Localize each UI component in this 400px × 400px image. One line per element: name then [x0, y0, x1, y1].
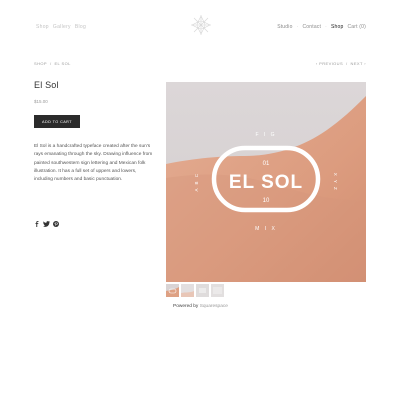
thumbnail-2[interactable] — [181, 284, 194, 297]
thumbnail-1[interactable] — [166, 284, 179, 297]
previous-link[interactable]: ‹ PREVIOUS — [316, 61, 343, 66]
logo-bottom-letters: M I X — [255, 226, 277, 232]
site-header: Shop Gallery Blog Studio · Contact · Sho… — [0, 0, 400, 55]
nav-item-shop-active[interactable]: Shop — [331, 24, 343, 30]
product-pager: ‹ PREVIOUS / NEXT › — [316, 61, 366, 66]
logo-right-letters: X Y Z — [333, 173, 338, 192]
next-link[interactable]: NEXT › — [351, 61, 366, 66]
product-description: El Sol is a handcrafted typeface created… — [34, 144, 153, 183]
pinterest-icon[interactable] — [53, 221, 59, 227]
breadcrumb-separator: / — [49, 61, 52, 66]
thumbnail-4[interactable] — [211, 284, 224, 297]
page: Shop Gallery Blog Studio · Contact · Sho… — [0, 0, 400, 400]
squarespace-link[interactable]: Squarespace — [200, 304, 228, 309]
product-main-image[interactable]: EL SOL 01 10 F I G M I X A B C X Y Z — [166, 82, 366, 282]
nav-item-gallery[interactable]: Gallery — [53, 24, 71, 30]
twitter-icon[interactable] — [43, 221, 50, 227]
thumbnail-strip — [166, 284, 224, 297]
nav-item-shop[interactable]: Shop — [36, 24, 49, 30]
nav-separator: · — [296, 24, 299, 30]
pager-separator: / — [346, 61, 348, 66]
logo-left-letters: A B C — [194, 172, 199, 191]
sun-star-icon[interactable] — [190, 14, 212, 36]
nav-separator: · — [325, 24, 327, 30]
logo-left-number: 01 — [263, 161, 270, 167]
nav-right: Studio · Contact · Shop Cart (0) — [277, 24, 366, 30]
nav-item-cart[interactable]: Cart (0) — [347, 24, 366, 30]
nav-item-blog[interactable]: Blog — [75, 24, 86, 30]
thumbnail-3[interactable] — [196, 284, 209, 297]
product-price: $15.00 — [34, 99, 48, 104]
breadcrumb: SHOP / EL SOL — [34, 61, 71, 66]
share-buttons — [34, 221, 59, 227]
logo-text: EL SOL — [229, 172, 303, 193]
logo-right-number: 10 — [263, 198, 270, 204]
powered-by: Powered by Squarespace — [173, 304, 228, 309]
nav-item-contact[interactable]: Contact — [302, 24, 321, 30]
nav-left: Shop Gallery Blog — [36, 24, 86, 30]
add-to-cart-button[interactable]: ADD TO CART — [34, 115, 80, 128]
logo-top-letters: F I G — [255, 132, 276, 138]
nav-item-studio[interactable]: Studio — [277, 24, 292, 30]
breadcrumb-shop[interactable]: SHOP — [34, 61, 47, 66]
facebook-icon[interactable] — [34, 221, 40, 227]
powered-by-label: Powered by — [173, 304, 199, 309]
breadcrumb-current: EL SOL — [54, 61, 71, 66]
product-title: El Sol — [34, 80, 59, 90]
